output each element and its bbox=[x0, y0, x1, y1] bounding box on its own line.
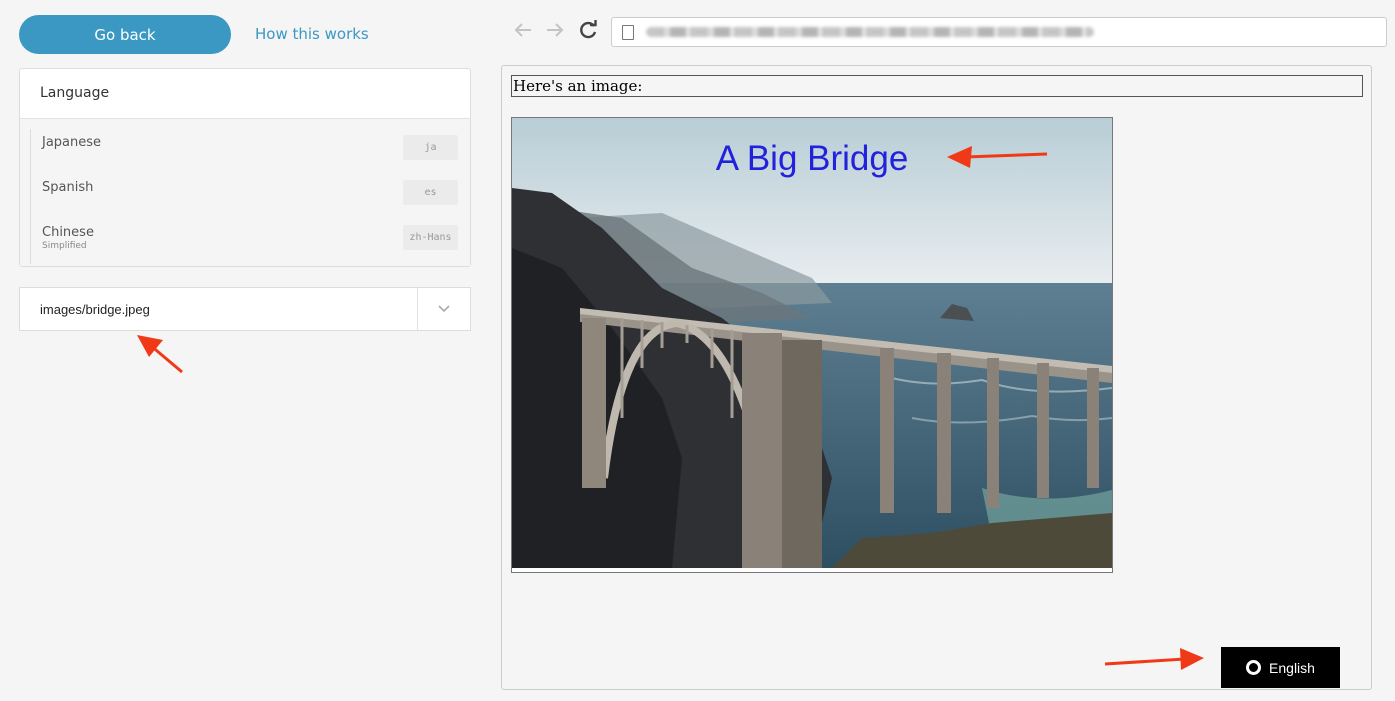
arrow-left-icon[interactable] bbox=[512, 19, 534, 41]
language-code-badge: es bbox=[403, 180, 458, 205]
language-toggle-button[interactable]: English bbox=[1221, 647, 1340, 688]
circle-icon bbox=[1246, 660, 1262, 675]
annotation-arrow bbox=[137, 335, 163, 357]
file-select-dropdown[interactable]: images/bridge.jpeg bbox=[19, 287, 471, 331]
bridge-image: A Big Bridge bbox=[511, 117, 1113, 573]
language-panel: Language Japanese ja Spanish es Chinese … bbox=[19, 68, 471, 267]
bridge-photo: A Big Bridge bbox=[512, 118, 1112, 568]
language-item-spanish[interactable]: Spanish es bbox=[30, 174, 470, 219]
arrow-right-icon[interactable] bbox=[544, 19, 566, 41]
refresh-icon[interactable] bbox=[577, 19, 599, 41]
language-item-chinese[interactable]: Chinese Simplified zh-Hans bbox=[30, 219, 470, 264]
language-item-japanese[interactable]: Japanese ja bbox=[30, 129, 470, 174]
image-overlay-title: A Big Bridge bbox=[716, 139, 909, 178]
image-caption: Here's an image: bbox=[511, 75, 1363, 97]
language-code-badge: ja bbox=[403, 135, 458, 160]
language-panel-title: Language bbox=[20, 69, 470, 119]
language-list: Japanese ja Spanish es Chinese Simplifie… bbox=[20, 119, 470, 266]
url-bar[interactable] bbox=[611, 17, 1387, 47]
language-code-badge: zh-Hans bbox=[403, 225, 458, 250]
go-back-button[interactable]: Go back bbox=[19, 15, 231, 54]
chevron-down-icon[interactable] bbox=[417, 288, 470, 330]
preview-frame: Here's an image: A Big Bridge English bbox=[501, 65, 1372, 690]
language-toggle-label: English bbox=[1269, 659, 1315, 676]
file-select-value: images/bridge.jpeg bbox=[40, 302, 150, 317]
how-this-works-link[interactable]: How this works bbox=[255, 25, 369, 43]
